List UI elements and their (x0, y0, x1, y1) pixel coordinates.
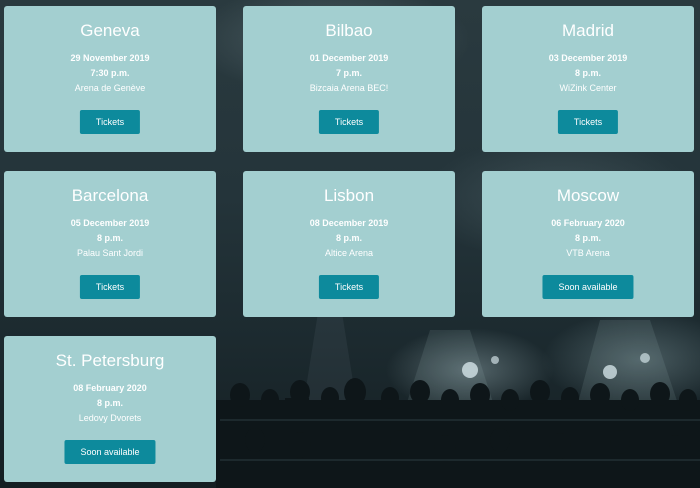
concert-card-st-petersburg: St. Petersburg 08 February 2020 8 p.m. L… (4, 336, 216, 482)
concert-time: 8 p.m. (574, 233, 601, 243)
concert-venue: WiZink Center (559, 83, 617, 93)
concert-date: 06 February 2020 (551, 218, 625, 228)
concert-venue: Arena de Genève (74, 83, 146, 93)
city-name: Geneva (80, 21, 140, 40)
concert-date: 01 December 2019 (309, 53, 389, 63)
concert-date: 29 November 2019 (70, 53, 150, 63)
concert-time: 8 p.m. (96, 398, 123, 408)
concert-card-lisbon: Lisbon 08 December 2019 8 p.m. Altice Ar… (243, 171, 455, 317)
city-name: Bilbao (325, 21, 373, 40)
city-name: Barcelona (71, 186, 149, 205)
concert-card-madrid: Madrid 03 December 2019 8 p.m. WiZink Ce… (482, 6, 694, 152)
concert-date: 05 December 2019 (70, 218, 150, 228)
concert-card-barcelona: Barcelona 05 December 2019 8 p.m. Palau … (4, 171, 216, 317)
concert-venue: Palau Sant Jordi (76, 248, 144, 258)
concert-time: 7 p.m. (335, 68, 362, 78)
concert-venue: Bizcaia Arena BEC! (309, 83, 389, 93)
tickets-button[interactable]: Tickets (79, 275, 141, 299)
tickets-button[interactable]: Tickets (557, 110, 619, 134)
soon-available-button[interactable]: Soon available (64, 440, 156, 464)
concert-date: 03 December 2019 (548, 53, 628, 63)
soon-available-button[interactable]: Soon available (542, 275, 634, 299)
concert-date: 08 December 2019 (309, 218, 389, 228)
concert-time: 8 p.m. (96, 233, 123, 243)
city-name: Madrid (562, 21, 614, 40)
city-name: Lisbon (323, 186, 375, 205)
concert-time: 8 p.m. (574, 68, 601, 78)
concert-time: 8 p.m. (335, 233, 362, 243)
concert-card-geneva: Geneva 29 November 2019 7:30 p.m. Arena … (4, 6, 216, 152)
tickets-button[interactable]: Tickets (79, 110, 141, 134)
tickets-button[interactable]: Tickets (318, 275, 380, 299)
concert-date: 08 February 2020 (73, 383, 147, 393)
concert-venue: Altice Arena (324, 248, 374, 258)
city-name: St. Petersburg (55, 351, 165, 370)
concert-venue: VTB Arena (566, 248, 610, 258)
concert-venue: Ledovy Dvorets (78, 413, 142, 423)
tickets-button[interactable]: Tickets (318, 110, 380, 134)
concert-time: 7:30 p.m. (90, 68, 130, 78)
concert-card-moscow: Moscow 06 February 2020 8 p.m. VTB Arena… (482, 171, 694, 317)
city-name: Moscow (556, 186, 620, 205)
concert-card-bilbao: Bilbao 01 December 2019 7 p.m. Bizcaia A… (243, 6, 455, 152)
